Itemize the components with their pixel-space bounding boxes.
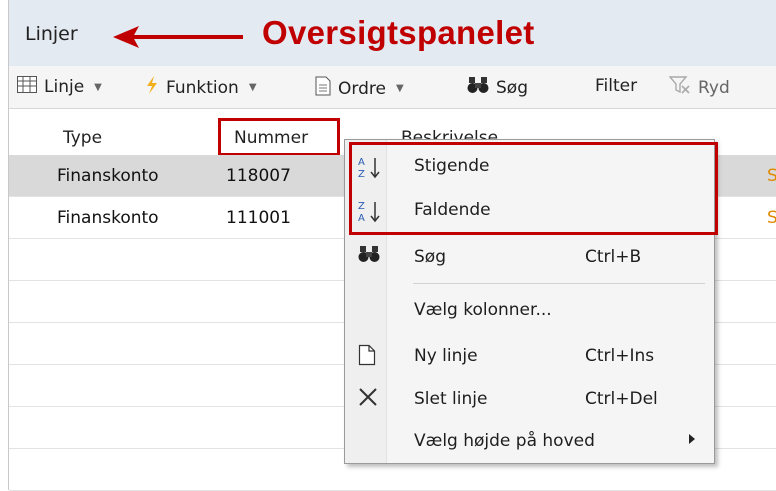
- toolbar-funktion-button[interactable]: Funktion ▼: [145, 76, 257, 99]
- submenu-arrow-icon: [689, 434, 695, 444]
- row-status-marker: S: [767, 166, 776, 186]
- toolbar-sog-button[interactable]: Søg: [467, 76, 528, 99]
- row-status-marker: S: [767, 208, 776, 228]
- binoculars-icon: [467, 76, 489, 99]
- document-icon: [315, 76, 331, 101]
- menu-item-label: Søg: [414, 247, 446, 267]
- column-header-type[interactable]: Type: [63, 128, 102, 148]
- menu-item-label: Ny linje: [414, 346, 478, 366]
- annotation-arrow-icon: [113, 26, 243, 48]
- new-document-icon: [358, 344, 376, 370]
- toolbar-linje-button[interactable]: Linje ▼: [17, 76, 102, 98]
- toolbar-sog-label: Søg: [496, 77, 528, 98]
- grid-icon: [17, 76, 37, 98]
- toolbar: Linje ▼ Funktion ▼ Ordre ▼ Søg Filter Ry…: [9, 66, 776, 109]
- row-nummer-cell: 118007: [226, 166, 291, 186]
- menu-item-shortcut: Ctrl+B: [585, 247, 642, 267]
- toolbar-filter-label: Filter: [595, 76, 638, 96]
- menu-item-label: Vælg højde på hoved: [414, 431, 595, 451]
- chevron-down-icon: ▼: [395, 83, 404, 94]
- panel-title: Linjer: [25, 23, 78, 45]
- sort-options-highlight-box: [349, 142, 718, 235]
- menu-item-shortcut: Ctrl+Del: [585, 389, 658, 409]
- toolbar-linje-label: Linje: [44, 77, 85, 97]
- menu-separator: [413, 283, 705, 284]
- toolbar-ordre-button[interactable]: Ordre ▼: [315, 76, 404, 101]
- toolbar-ryd-button[interactable]: Ryd: [668, 76, 730, 99]
- lightning-icon: [145, 76, 159, 99]
- menu-item-label: Vælg kolonner...: [414, 300, 552, 320]
- delete-icon: [358, 387, 378, 411]
- menu-item-sog[interactable]: Søg Ctrl+B: [345, 237, 714, 277]
- menu-item-label: Slet linje: [414, 389, 488, 409]
- clear-filter-icon: [668, 76, 691, 99]
- nummer-highlight-box: [218, 118, 340, 156]
- menu-item-ny-linje[interactable]: Ny linje Ctrl+Ins: [345, 336, 714, 376]
- row-type-cell: Finanskonto: [57, 166, 159, 186]
- row-type-cell: Finanskonto: [57, 208, 159, 228]
- toolbar-ryd-label: Ryd: [698, 77, 730, 98]
- toolbar-filter-button[interactable]: Filter: [595, 76, 637, 96]
- menu-item-slet-linje[interactable]: Slet linje Ctrl+Del: [345, 379, 714, 419]
- annotation-label: Oversigtspanelet: [262, 14, 535, 51]
- menu-item-shortcut: Ctrl+Ins: [585, 346, 655, 366]
- chevron-down-icon: ▼: [94, 81, 102, 93]
- binoculars-icon: [358, 245, 380, 267]
- menu-item-vaelg-kolonner[interactable]: Vælg kolonner...: [345, 290, 714, 330]
- toolbar-funktion-label: Funktion: [166, 77, 239, 98]
- row-nummer-cell: 111001: [226, 208, 291, 228]
- toolbar-ordre-label: Ordre: [338, 78, 386, 99]
- menu-item-vaelg-hojde[interactable]: Vælg højde på hoved: [345, 421, 714, 461]
- chevron-down-icon: ▼: [248, 82, 257, 93]
